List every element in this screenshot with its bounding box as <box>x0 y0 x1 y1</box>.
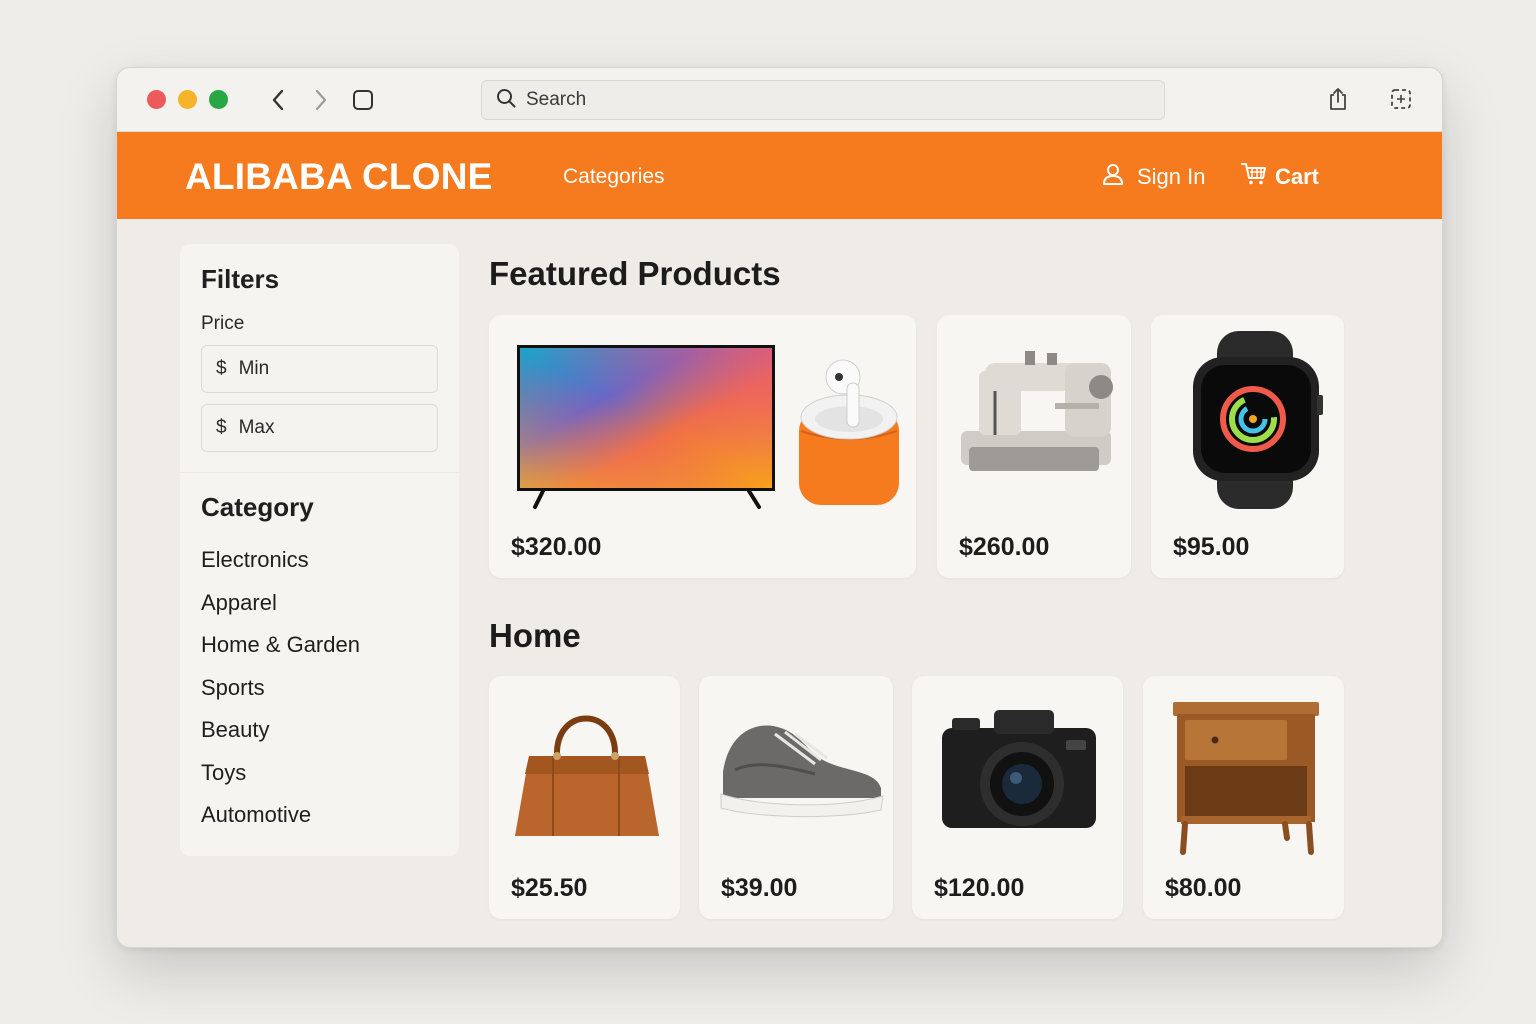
category-item-home-garden[interactable]: Home & Garden <box>201 629 360 672</box>
browser-toolbar <box>117 68 1442 132</box>
user-icon <box>1101 162 1125 192</box>
share-icon[interactable] <box>1325 86 1351 112</box>
address-search-bar[interactable] <box>481 80 1165 120</box>
minimize-window-button[interactable] <box>178 90 197 109</box>
cart-icon <box>1241 162 1267 192</box>
featured-products-title: Featured Products <box>489 255 781 292</box>
browser-window: ALIBABA CLONE Categories Sign In Cart Fi… <box>116 67 1443 948</box>
product-card[interactable]: $120.00 <box>912 676 1123 919</box>
close-window-button[interactable] <box>147 90 166 109</box>
search-input[interactable] <box>526 89 1126 111</box>
product-card[interactable]: $260.00 <box>937 315 1131 578</box>
home-section-title: Home <box>489 617 581 654</box>
product-card[interactable]: $320.00 <box>489 315 916 578</box>
max-price-input[interactable] <box>238 417 419 439</box>
product-card[interactable]: $95.00 <box>1151 315 1344 578</box>
nav-categories-link[interactable]: Categories <box>563 165 665 189</box>
sidebar-icon[interactable] <box>349 86 377 114</box>
sewing-machine-image <box>961 351 1113 471</box>
search-icon <box>496 88 516 113</box>
forward-icon[interactable] <box>307 86 335 114</box>
divider <box>180 472 459 473</box>
product-price: $320.00 <box>511 533 602 561</box>
site-header: ALIBABA CLONE Categories Sign In Cart <box>117 132 1442 219</box>
tabs-icon[interactable] <box>1388 86 1414 112</box>
nightstand-image <box>1173 702 1319 855</box>
product-card[interactable]: $39.00 <box>699 676 893 919</box>
category-item-toys[interactable]: Toys <box>201 757 360 800</box>
cart-link[interactable]: Cart <box>1241 162 1319 192</box>
cart-label: Cart <box>1275 164 1320 189</box>
sneaker-image <box>720 725 884 818</box>
camera-image <box>942 710 1096 828</box>
brand-logo[interactable]: ALIBABA CLONE <box>185 156 493 198</box>
category-item-sports[interactable]: Sports <box>201 672 360 715</box>
category-title: Category <box>201 492 314 522</box>
handbag-image <box>515 715 659 836</box>
product-price: $120.00 <box>934 874 1025 902</box>
filters-title: Filters <box>201 264 280 294</box>
category-list: Electronics Apparel Home & Garden Sports… <box>201 544 360 842</box>
tv-earbuds-image <box>517 345 899 509</box>
product-price: $25.50 <box>511 874 588 902</box>
product-card[interactable]: $80.00 <box>1143 676 1344 919</box>
filters-panel: Filters Price $ $ Category Electronics A… <box>180 244 459 856</box>
sign-in-link[interactable]: Sign In <box>1101 162 1206 192</box>
category-item-apparel[interactable]: Apparel <box>201 587 360 630</box>
currency-symbol: $ <box>216 417 227 438</box>
product-price: $95.00 <box>1173 533 1250 561</box>
sign-in-label: Sign In <box>1137 164 1206 189</box>
max-price-field[interactable]: $ <box>201 404 438 452</box>
currency-symbol: $ <box>216 358 227 379</box>
price-label: Price <box>201 313 245 334</box>
maximize-window-button[interactable] <box>209 90 228 109</box>
category-item-electronics[interactable]: Electronics <box>201 544 360 587</box>
category-item-automotive[interactable]: Automotive <box>201 799 360 842</box>
min-price-field[interactable]: $ <box>201 345 438 393</box>
min-price-input[interactable] <box>238 358 419 380</box>
back-icon[interactable] <box>264 86 292 114</box>
category-item-beauty[interactable]: Beauty <box>201 714 360 757</box>
smartwatch-image <box>1193 331 1323 509</box>
product-price: $260.00 <box>959 533 1050 561</box>
product-card[interactable]: $25.50 <box>489 676 680 919</box>
product-price: $80.00 <box>1165 874 1242 902</box>
product-price: $39.00 <box>721 874 798 902</box>
